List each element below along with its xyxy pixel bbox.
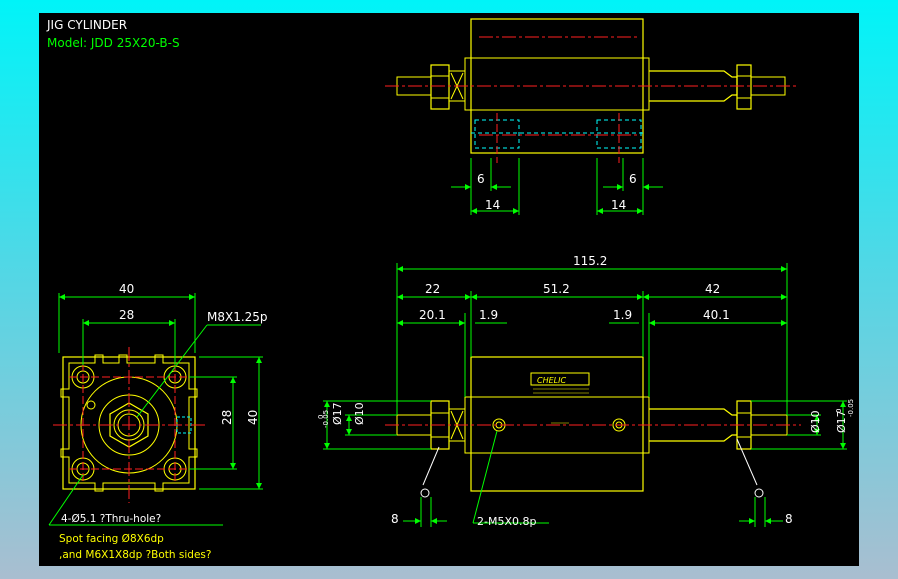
top-right-nut (736, 64, 752, 110)
top-dim-left-big: 14 (485, 198, 500, 212)
thread-depth-note: ,and M6X1X8dp ?Both sides? (59, 549, 211, 561)
side-tol-left-lower: -0.05 (322, 410, 330, 428)
side-dim-right: 42 (705, 282, 720, 296)
top-dim-right-big: 14 (611, 198, 626, 212)
model-label: Model: JDD 25X20-B-S (47, 36, 180, 50)
top-dim-left-small: 6 (477, 172, 485, 186)
side-dim-bottom-right: 8 (785, 512, 793, 526)
side-dim-left-sub: 20.1 (419, 308, 446, 322)
thread-label: M8X1.25p (207, 310, 268, 324)
front-dim-width: 40 (119, 282, 134, 296)
side-view: CHELIC 115.2 22 51.2 42 20.1 1.9 1.9 40.… (317, 254, 855, 528)
side-dim-total: 115.2 (573, 254, 607, 268)
side-dim-left: 22 (425, 282, 440, 296)
side-dim-bottom-left: 8 (391, 512, 399, 526)
side-tol-right-lower: -0.05 (847, 399, 855, 417)
front-dim-height-inner: 28 (220, 410, 234, 425)
front-view: 40 28 40 28 M8X1.25p 4-Ø5.1 ?Thru-hole? … (48, 282, 268, 561)
drawing-title: JIG CYLINDER (46, 18, 127, 32)
side-dim-right-sub: 40.1 (703, 308, 730, 322)
side-dim-mid: 51.2 (543, 282, 570, 296)
front-dim-height-outer: 40 (246, 410, 260, 425)
side-dim-gap-left: 1.9 (479, 308, 498, 322)
top-dim-right-small: 6 (629, 172, 637, 186)
port-label: 2-M5X0.8p (477, 515, 536, 528)
cad-drawing: JIG CYLINDER Model: JDD 25X20-B-S 6 14 6… (46, 18, 855, 561)
spot-facing-note: Spot facing Ø8X6dp (59, 533, 164, 545)
front-dim-inner: 28 (119, 308, 134, 322)
brand-label: CHELIC (537, 376, 566, 385)
side-dim-gap-right: 1.9 (613, 308, 632, 322)
side-dia-left-tol: Ø17 (331, 402, 344, 425)
top-view: 6 14 6 14 (385, 18, 797, 215)
cad-drawing-canvas: JIG CYLINDER Model: JDD 25X20-B-S 6 14 6… (39, 13, 859, 566)
hole-note: 4-Ø5.1 ?Thru-hole? (61, 513, 161, 525)
side-dia-right: Ø10 (809, 410, 822, 433)
side-dia-left: Ø10 (353, 402, 366, 425)
side-tol-right-upper: 0 (835, 409, 843, 413)
top-left-nut (430, 64, 450, 110)
